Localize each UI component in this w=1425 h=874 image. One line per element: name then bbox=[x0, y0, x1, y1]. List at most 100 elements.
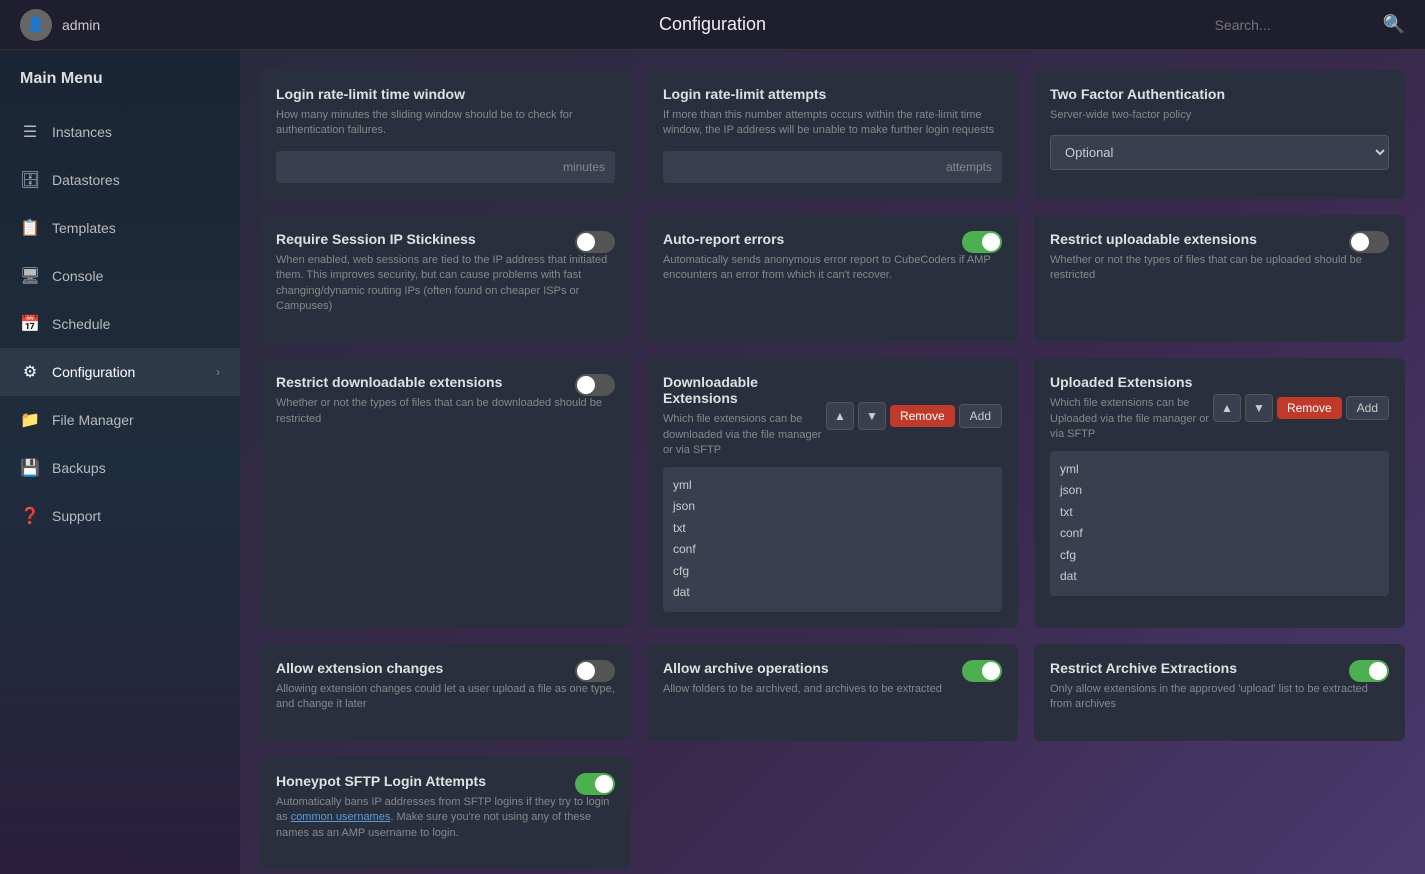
card-header-row: Honeypot SFTP Login Attempts bbox=[276, 773, 615, 795]
search-input[interactable] bbox=[1215, 17, 1375, 33]
card-auto-report-errors: Auto-report errors Automatically sends a… bbox=[647, 215, 1018, 343]
search-icon[interactable]: 🔍 bbox=[1383, 14, 1405, 35]
sidebar-item-instances[interactable]: ☰ Instances bbox=[0, 108, 240, 156]
card-title: Restrict downloadable extensions bbox=[276, 374, 502, 390]
card-title: Allow archive operations bbox=[663, 660, 829, 676]
uploaded-extensions-list[interactable]: ymljsontxtconfcfgdat bbox=[1050, 451, 1389, 597]
allow-archive-operations-toggle[interactable] bbox=[962, 660, 1002, 682]
card-desc: Whether or not the types of files that c… bbox=[1050, 253, 1389, 284]
honeypot-sftp-toggle[interactable] bbox=[575, 773, 615, 795]
sidebar-item-label: Datastores bbox=[52, 172, 120, 188]
minutes-input-wrap: 5 minutes bbox=[276, 151, 615, 183]
move-down-button[interactable]: ▼ bbox=[858, 402, 886, 430]
card-restrict-archive-extractions: Restrict Archive Extractions Only allow … bbox=[1034, 644, 1405, 741]
sidebar-item-label: Instances bbox=[52, 124, 112, 140]
chevron-right-icon: › bbox=[216, 365, 220, 379]
move-up-button[interactable]: ▲ bbox=[826, 402, 854, 430]
remove-button[interactable]: Remove bbox=[1277, 397, 1342, 419]
sidebar-item-schedule[interactable]: 📅 Schedule bbox=[0, 300, 240, 348]
ext-buttons: ▲ ▼ Remove Add bbox=[826, 402, 1002, 430]
sidebar-item-configuration[interactable]: ⚙ Configuration › bbox=[0, 348, 240, 396]
card-title: Restrict Archive Extractions bbox=[1050, 660, 1237, 676]
remove-button[interactable]: Remove bbox=[890, 405, 955, 427]
ext-buttons: ▲ ▼ Remove Add bbox=[1213, 394, 1389, 422]
card-header-row: Require Session IP Stickiness bbox=[276, 231, 615, 253]
sidebar-item-templates[interactable]: 📋 Templates bbox=[0, 204, 240, 252]
card-uploaded-extensions: Uploaded Extensions Which file extension… bbox=[1034, 358, 1405, 628]
card-desc: How many minutes the sliding window shou… bbox=[276, 108, 615, 139]
card-session-ip-stickiness: Require Session IP Stickiness When enabl… bbox=[260, 215, 631, 343]
downloadable-extensions-list[interactable]: ymljsontxtconfcfgdat bbox=[663, 467, 1002, 613]
console-icon: 🖥 bbox=[20, 266, 40, 286]
sidebar-item-label: Schedule bbox=[52, 316, 110, 332]
card-allow-archive-operations: Allow archive operations Allow folders t… bbox=[647, 644, 1018, 741]
card-title: Uploaded Extensions bbox=[1050, 374, 1213, 390]
topbar: 👤 admin Configuration 🔍 bbox=[0, 0, 1425, 50]
sidebar-item-label: Support bbox=[52, 508, 101, 524]
card-header-row: Allow archive operations bbox=[663, 660, 1002, 682]
card-login-rate-limit-window: Login rate-limit time window How many mi… bbox=[260, 70, 631, 199]
card-header-row: Restrict uploadable extensions bbox=[1050, 231, 1389, 253]
sidebar-heading: Main Menu bbox=[0, 70, 240, 108]
add-button[interactable]: Add bbox=[959, 404, 1002, 428]
sidebar-item-file-manager[interactable]: 📁 File Manager bbox=[0, 396, 240, 444]
restrict-uploadable-toggle[interactable] bbox=[1349, 231, 1389, 253]
card-restrict-uploadable: Restrict uploadable extensions Whether o… bbox=[1034, 215, 1405, 343]
sidebar-item-backups[interactable]: 💾 Backups bbox=[0, 444, 240, 492]
card-desc: Only allow extensions in the approved 'u… bbox=[1050, 682, 1389, 713]
sidebar-item-label: Console bbox=[52, 268, 103, 284]
instances-icon: ☰ bbox=[20, 122, 40, 142]
card-desc: Automatically sends anonymous error repo… bbox=[663, 253, 1002, 284]
common-usernames-link[interactable]: common usernames bbox=[291, 811, 391, 823]
auto-report-errors-toggle[interactable] bbox=[962, 231, 1002, 253]
card-honeypot-sftp: Honeypot SFTP Login Attempts Automatical… bbox=[260, 757, 631, 869]
card-header-row: Restrict downloadable extensions bbox=[276, 374, 615, 396]
card-title: Downloadable Extensions bbox=[663, 374, 826, 406]
card-allow-extension-changes: Allow extension changes Allowing extensi… bbox=[260, 644, 631, 741]
card-two-factor: Two Factor Authentication Server-wide tw… bbox=[1034, 70, 1405, 199]
sidebar-item-label: Configuration bbox=[52, 364, 135, 380]
minutes-suffix: minutes bbox=[553, 152, 615, 182]
move-down-button[interactable]: ▼ bbox=[1245, 394, 1273, 422]
login-rate-window-input[interactable]: 5 bbox=[276, 151, 553, 183]
sidebar-item-label: Backups bbox=[52, 460, 106, 476]
session-ip-stickiness-toggle[interactable] bbox=[575, 231, 615, 253]
card-header-row: Restrict Archive Extractions bbox=[1050, 660, 1389, 682]
restrict-downloadable-toggle[interactable] bbox=[575, 374, 615, 396]
avatar: 👤 bbox=[20, 9, 52, 41]
card-header-row: Auto-report errors bbox=[663, 231, 1002, 253]
card-login-rate-limit-attempts: Login rate-limit attempts If more than t… bbox=[647, 70, 1018, 199]
card-desc: Which file extensions can be downloaded … bbox=[663, 412, 826, 458]
main-content: Login rate-limit time window How many mi… bbox=[240, 50, 1425, 874]
add-button[interactable]: Add bbox=[1346, 396, 1389, 420]
backups-icon: 💾 bbox=[20, 458, 40, 478]
card-title: Two Factor Authentication bbox=[1050, 86, 1389, 102]
file-manager-icon: 📁 bbox=[20, 410, 40, 430]
sidebar-item-label: File Manager bbox=[52, 412, 134, 428]
card-desc: Allowing extension changes could let a u… bbox=[276, 682, 615, 713]
attempts-input-wrap: 5 attempts bbox=[663, 151, 1002, 183]
move-up-button[interactable]: ▲ bbox=[1213, 394, 1241, 422]
templates-icon: 📋 bbox=[20, 218, 40, 238]
configuration-icon: ⚙ bbox=[20, 362, 40, 382]
card-title: Allow extension changes bbox=[276, 660, 443, 676]
card-title: Auto-report errors bbox=[663, 231, 784, 247]
sidebar-item-console[interactable]: 🖥 Console bbox=[0, 252, 240, 300]
sidebar-item-support[interactable]: ❓ Support bbox=[0, 492, 240, 540]
sidebar-item-label: Templates bbox=[52, 220, 116, 236]
allow-extension-changes-toggle[interactable] bbox=[575, 660, 615, 682]
restrict-archive-extractions-toggle[interactable] bbox=[1349, 660, 1389, 682]
search-bar: 🔍 bbox=[1215, 14, 1405, 35]
two-factor-select[interactable]: Optional Required Disabled bbox=[1050, 135, 1389, 170]
card-desc: Server-wide two-factor policy bbox=[1050, 108, 1389, 123]
card-desc: If more than this number attempts occurs… bbox=[663, 108, 1002, 139]
card-desc: Allow folders to be archived, and archiv… bbox=[663, 682, 1002, 697]
cards-grid: Login rate-limit time window How many mi… bbox=[260, 70, 1405, 869]
sidebar-item-datastores[interactable]: 🗄 Datastores bbox=[0, 156, 240, 204]
card-title: Require Session IP Stickiness bbox=[276, 231, 476, 247]
card-desc: Which file extensions can be Uploaded vi… bbox=[1050, 396, 1213, 442]
card-title: Honeypot SFTP Login Attempts bbox=[276, 773, 486, 789]
login-rate-attempts-input[interactable]: 5 bbox=[663, 151, 936, 183]
ext-card-header: Downloadable Extensions Which file exten… bbox=[663, 374, 1002, 458]
card-downloadable-extensions: Downloadable Extensions Which file exten… bbox=[647, 358, 1018, 628]
